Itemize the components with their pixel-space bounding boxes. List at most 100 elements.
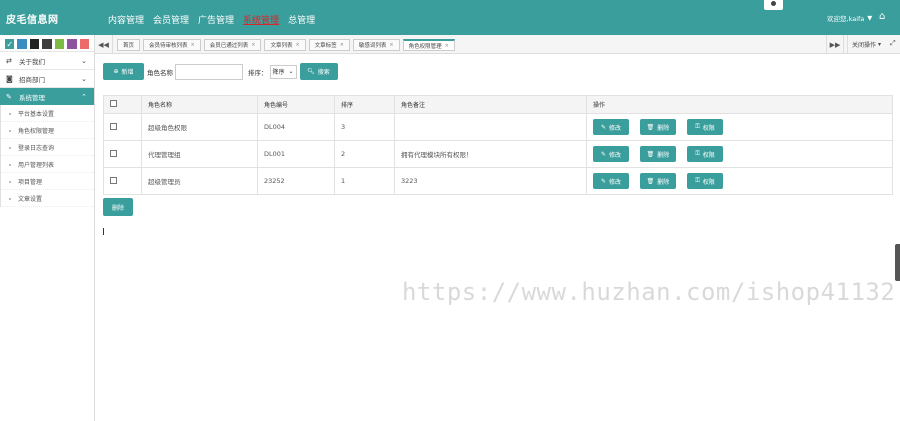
close-icon[interactable]: ×	[445, 43, 449, 49]
theme-swatch-green[interactable]	[54, 39, 65, 49]
topnav-content[interactable]: 内容管理	[108, 13, 144, 26]
edit-button[interactable]: ✎ 修改	[593, 146, 629, 162]
home-icon[interactable]: ⌂	[879, 11, 885, 22]
theme-swatch-blue[interactable]	[17, 39, 27, 49]
tab-role-permissions[interactable]: 角色权限管理 ×	[402, 39, 455, 51]
right-edge-tab[interactable]	[895, 244, 900, 281]
tab-article-tags[interactable]: 文章标签 ×	[308, 39, 350, 51]
chevron-down-icon: ⌄	[81, 74, 87, 83]
topnav-system[interactable]: 系统管理	[243, 13, 279, 26]
theme-swatch-red[interactable]	[79, 39, 89, 49]
sidebar-group-system[interactable]: ✎ 系统管理 ⌃	[0, 87, 94, 105]
tab-scroll-right-icon[interactable]: ▶▶	[826, 35, 844, 54]
select-all-checkbox[interactable]	[110, 100, 117, 107]
dot-icon	[771, 1, 776, 6]
close-icon[interactable]: ×	[389, 42, 393, 48]
sidebar-group-business[interactable]: ◙ 招商部门 ⌄	[0, 69, 94, 87]
delete-label: 删除	[657, 151, 670, 159]
chevron-up-icon: ⌃	[81, 92, 87, 101]
delete-button[interactable]: 🗑︎ 删除	[640, 146, 676, 162]
trash-icon: 🗑︎	[646, 150, 655, 158]
delete-button[interactable]: 🗑︎ 删除	[640, 119, 676, 135]
search-button[interactable]: 🔍︎ 搜索	[299, 63, 338, 80]
row-checkbox[interactable]	[110, 149, 117, 157]
cell-role-code: DL004	[257, 113, 335, 141]
permission-label: 权限	[702, 178, 715, 186]
sidebar-item-projects[interactable]: 项目管理	[1, 173, 94, 190]
user-name: 欢迎您,kaifa	[827, 15, 865, 23]
close-icon[interactable]: ×	[191, 42, 195, 48]
close-icon[interactable]: ×	[340, 42, 344, 48]
row-checkbox[interactable]	[110, 176, 117, 184]
tab-sensitive-words[interactable]: 敏感词列表 ×	[352, 39, 400, 51]
topnav-general[interactable]: 总管理	[288, 13, 315, 26]
tab-pending-members[interactable]: 会员待审核列表 ×	[143, 39, 201, 51]
row-checkbox[interactable]	[110, 122, 117, 130]
tab-approved-members[interactable]: 会员已通过列表 ×	[203, 39, 262, 51]
row-checkbox-cell	[103, 113, 142, 141]
role-name-input[interactable]	[175, 63, 243, 80]
tab-list: 首页 会员待审核列表 × 会员已通过列表 × 文章列表 × 文章标签 × 敏感词列表 × …	[117, 39, 455, 51]
user-menu[interactable]: 欢迎您,kaifa ▼	[827, 13, 872, 23]
topnav-member[interactable]: 会员管理	[153, 13, 189, 26]
sidebar-group-label: 系统管理	[19, 93, 45, 102]
edit-label: 修改	[609, 178, 622, 186]
shuffle-icon: ⇄	[6, 56, 12, 65]
permission-button[interactable]: ⚿ 权限	[687, 173, 723, 189]
sort-select[interactable]: 降序 ⌄	[269, 64, 297, 79]
tab-article-list[interactable]: 文章列表 ×	[264, 39, 306, 51]
cell-role-note: 3223	[394, 167, 587, 195]
cell-role-code: 23252	[257, 167, 335, 195]
lock-icon: ⚿	[695, 123, 700, 130]
table-header-row: 角色名称 角色编号 排序 角色备注 操作	[103, 95, 893, 114]
cell-role-name: 超级角色权限	[141, 113, 258, 141]
close-icon[interactable]: ×	[251, 42, 255, 48]
topnav-ads[interactable]: 广告管理	[198, 13, 234, 26]
add-button[interactable]: ⊕ 新增	[103, 63, 144, 80]
tab-home[interactable]: 首页	[117, 39, 141, 51]
permission-label: 权限	[702, 124, 715, 132]
pencil-icon: ✎	[600, 123, 606, 131]
top-bar: 皮毛信息网 内容管理 会员管理 广告管理 系统管理 总管理 欢迎您,kaifa …	[0, 0, 900, 35]
delete-button[interactable]: 🗑︎ 删除	[640, 173, 676, 189]
theme-swatch-purple[interactable]	[67, 39, 77, 49]
sidebar-item-role-permissions[interactable]: 角色权限管理	[1, 122, 94, 139]
theme-swatch-black[interactable]	[29, 39, 40, 49]
role-name-label: 角色名称	[147, 68, 173, 77]
tab-close-ops-label: 关闭操作	[852, 42, 877, 49]
brand-logo[interactable]: 皮毛信息网	[6, 11, 59, 26]
edit-label: 修改	[609, 124, 622, 132]
sidebar-item-user-list[interactable]: 用户管理列表	[1, 156, 94, 173]
permission-button[interactable]: ⚿ 权限	[687, 146, 723, 162]
sidebar-item-article-settings[interactable]: 文章设置	[1, 190, 94, 207]
sidebar-group-label: 关于我们	[19, 57, 45, 66]
sidebar-group-about[interactable]: ⇄ 关于我们 ⌄	[0, 51, 94, 69]
lock-icon: ⚿	[695, 177, 700, 184]
expand-icon[interactable]: ⤢	[890, 39, 896, 48]
permission-button[interactable]: ⚿ 权限	[687, 119, 723, 135]
top-pull-tab[interactable]	[764, 0, 783, 10]
theme-swatch-dark[interactable]	[42, 39, 52, 49]
tab-label: 会员已通过列表	[209, 43, 249, 49]
header-role-name: 角色名称	[141, 95, 258, 114]
tab-close-ops[interactable]: 关闭操作 ▾	[847, 35, 881, 54]
roles-table: 角色名称 角色编号 排序 角色备注 操作 超级角色权限 DL004 3 ✎ 修改 …	[103, 95, 893, 195]
sidebar-item-login-log[interactable]: 登录日志查询	[1, 139, 94, 156]
header-sort: 排序	[334, 95, 395, 114]
bulk-delete-label: 删除	[111, 204, 124, 212]
sidebar-item-platform-settings[interactable]: 平台基本设置	[1, 105, 94, 122]
close-icon[interactable]: ×	[295, 42, 299, 48]
tab-scroll-left-icon[interactable]: ◀◀	[95, 35, 113, 54]
chevron-down-icon: ⌄	[288, 68, 294, 75]
cell-sort: 1	[334, 167, 395, 195]
search-bar: ⊕ 新增 角色名称 排序： 降序 ⌄ 🔍︎ 搜索	[103, 62, 893, 81]
search-icon: 🔍︎	[307, 68, 315, 75]
bulk-delete-button[interactable]: 删除	[103, 198, 133, 216]
cell-actions: ✎ 修改 🗑︎ 删除 ⚿ 权限	[586, 167, 893, 195]
cell-role-name: 超级管理员	[141, 167, 258, 195]
edit-button[interactable]: ✎ 修改	[593, 119, 629, 135]
edit-button[interactable]: ✎ 修改	[593, 173, 629, 189]
trash-icon: 🗑︎	[646, 123, 655, 131]
theme-swatch-teal[interactable]: ✓	[5, 39, 15, 49]
caret-down-icon: ▼	[867, 14, 873, 22]
